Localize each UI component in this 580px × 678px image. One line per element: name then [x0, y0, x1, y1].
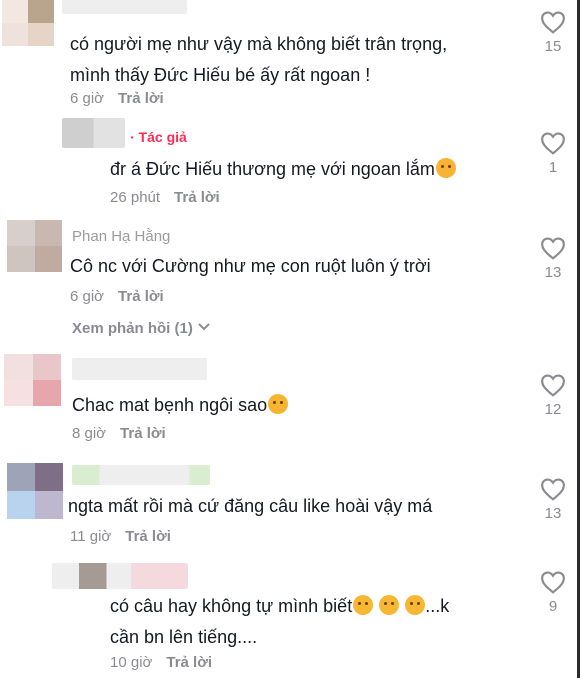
comment-meta: 6 giờ Trả lời — [70, 288, 164, 305]
like-button[interactable]: 13 — [533, 477, 573, 522]
like-button[interactable]: 9 — [533, 570, 573, 615]
blurred-username — [72, 465, 210, 485]
thinking-face-emoji — [268, 394, 289, 414]
heart-outline-icon — [541, 237, 565, 260]
reply-button[interactable]: Trả lời — [125, 528, 171, 545]
blurred-avatar[interactable] — [62, 118, 125, 148]
heart-outline-icon — [541, 374, 565, 397]
like-button[interactable]: 12 — [533, 373, 573, 418]
like-count: 1 — [548, 159, 558, 176]
comment-text: có người mẹ như vậy mà không biết trân t… — [70, 34, 448, 85]
author-label: · Tác giả — [130, 129, 187, 145]
like-count: 9 — [548, 598, 558, 615]
comment-text: đr á Đức Hiếu thương mẹ với ngoan lắm — [110, 154, 456, 185]
comment-text: Chac mat bẹnh ngôi sao — [72, 390, 289, 421]
comment-text: Cô nc với Cường như mẹ con ruột luôn ý t… — [70, 256, 431, 276]
comment-meta: 6 giờ Trả lời — [70, 90, 164, 107]
comment-meta: 10 giờ Trả lời — [110, 654, 212, 671]
heart-outline-icon — [541, 478, 565, 501]
smirking-face-emoji — [353, 595, 374, 615]
avatar[interactable] — [7, 463, 63, 519]
comment-meta: 8 giờ Trả lời — [72, 425, 166, 442]
avatar[interactable] — [2, 0, 54, 46]
reply-button[interactable]: Trả lời — [166, 654, 212, 671]
username[interactable]: Phan Hạ Hằng — [72, 228, 170, 245]
like-button[interactable]: 15 — [533, 10, 573, 55]
reply-button[interactable]: Trả lời — [174, 189, 220, 206]
smiling-face-hearts-emoji — [435, 158, 456, 178]
heart-outline-icon — [541, 571, 565, 594]
blurred-avatar[interactable] — [52, 563, 188, 589]
heart-outline-icon — [541, 132, 565, 155]
like-button[interactable]: 1 — [533, 131, 573, 176]
chevron-down-icon — [198, 323, 210, 331]
reply-button[interactable]: Trả lời — [118, 90, 164, 107]
like-count: 12 — [544, 401, 562, 418]
like-count: 13 — [544, 505, 562, 522]
comment-text: ngta mất rồi mà cứ đăng câu like hoài vậ… — [68, 496, 433, 516]
avatar[interactable] — [4, 354, 61, 406]
comment-time: 10 giờ — [110, 654, 153, 671]
comment-time: 11 giờ — [70, 528, 112, 545]
comment-time: 8 giờ — [72, 425, 107, 442]
avatar[interactable] — [7, 220, 62, 272]
like-count: 15 — [544, 38, 562, 55]
smirking-face-emoji — [379, 595, 400, 615]
comment-time: 6 giờ — [70, 90, 105, 107]
like-count: 13 — [544, 264, 562, 281]
comment-text: có câu hay không tự mình biết ...k cần bn… — [110, 595, 450, 647]
blurred-username — [72, 358, 207, 380]
heart-outline-icon — [541, 11, 565, 34]
comment-meta: 11 giờ Trả lời — [70, 528, 171, 545]
comment-time: 26 phút — [110, 189, 161, 206]
reply-button[interactable]: Trả lời — [118, 288, 164, 305]
comment-time: 6 giờ — [70, 288, 105, 305]
like-button[interactable]: 13 — [533, 236, 573, 281]
blurred-username — [62, 0, 187, 14]
comment-meta: 26 phút Trả lời — [110, 189, 220, 206]
view-replies-button[interactable]: Xem phản hồi (1) — [72, 320, 211, 337]
smirking-face-emoji — [405, 595, 426, 615]
reply-button[interactable]: Trả lời — [120, 425, 166, 442]
